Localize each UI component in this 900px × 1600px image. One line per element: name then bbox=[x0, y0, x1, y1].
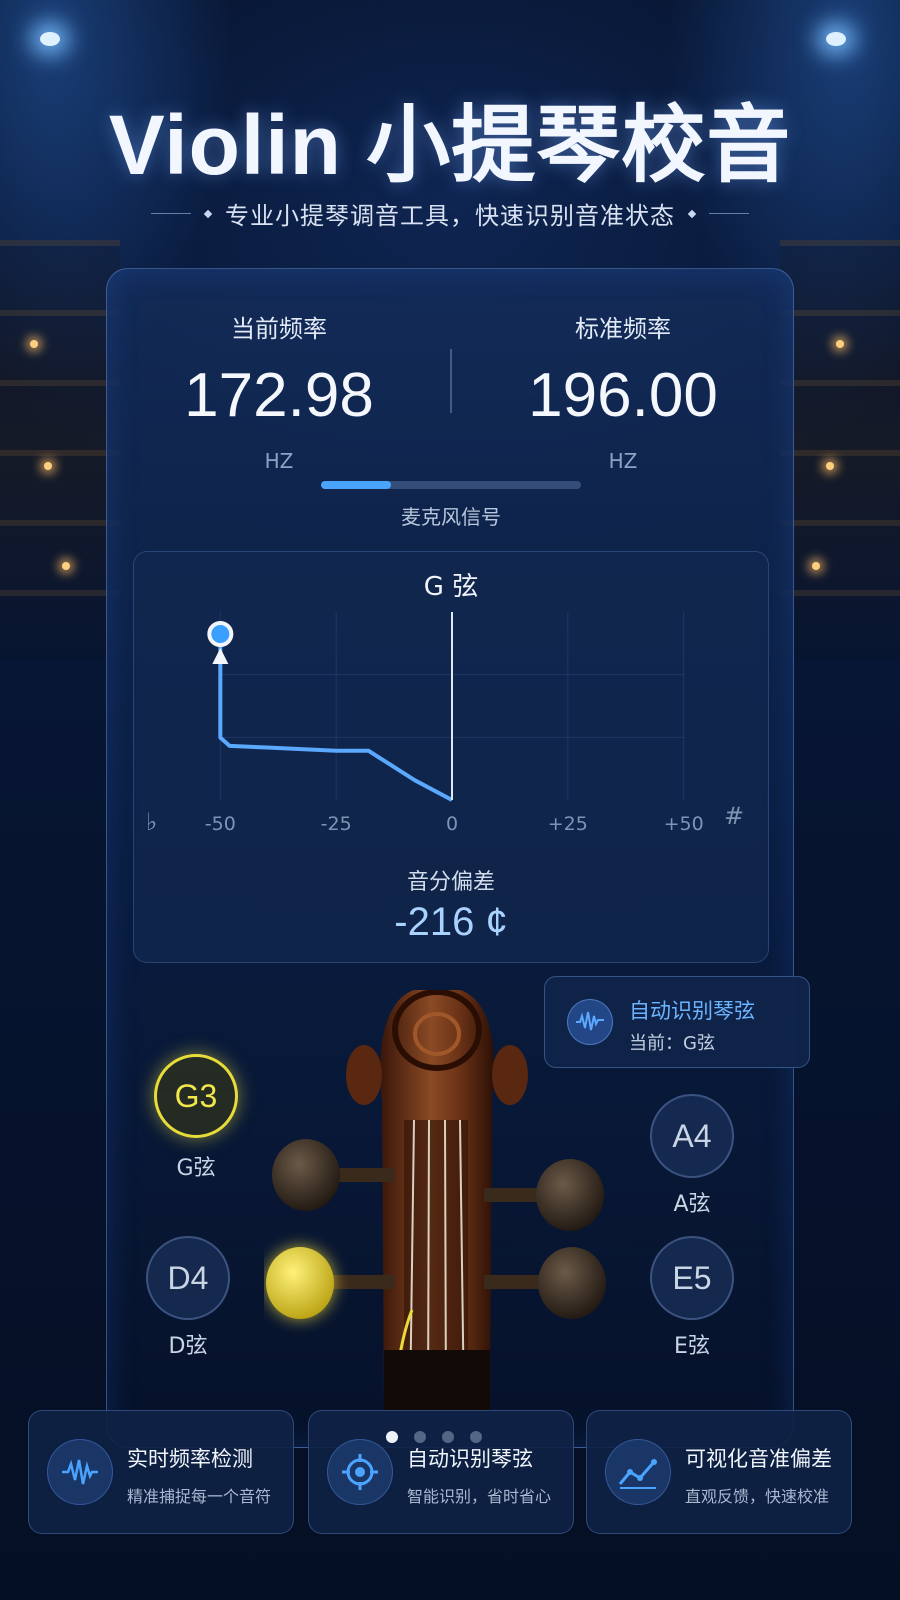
standard-frequency-value: 196.00 bbox=[528, 361, 718, 430]
pitch-current-point bbox=[207, 621, 234, 647]
app-subtitle: 专业小提琴调音工具，快速识别音准状态 bbox=[225, 202, 675, 230]
string-label-a: A弦 bbox=[673, 1192, 711, 1217]
target-icon bbox=[327, 1439, 393, 1505]
violin-scroll-image bbox=[266, 990, 606, 1410]
pager-dot[interactable] bbox=[442, 1431, 454, 1443]
waveform-icon bbox=[47, 1439, 113, 1505]
cent-deviation-label: 音分偏差 bbox=[406, 870, 495, 895]
current-frequency-unit: HZ bbox=[264, 449, 294, 473]
theater-background-right bbox=[780, 240, 900, 660]
pitch-trace-arrow bbox=[212, 648, 229, 664]
microphone-signal-label: 麦克风信号 bbox=[401, 505, 501, 529]
string-button-g3[interactable]: G3 bbox=[154, 1054, 238, 1138]
flat-symbol: ♭ bbox=[146, 808, 157, 836]
balcony-lamp bbox=[826, 462, 834, 470]
pager-dot[interactable] bbox=[386, 1431, 398, 1443]
feature-title: 自动识别琴弦 bbox=[407, 1447, 533, 1471]
string-button-d4[interactable]: D4 bbox=[146, 1236, 230, 1320]
theater-background-left bbox=[0, 240, 120, 660]
feature-desc: 精准捕捉每一个音符 bbox=[127, 1487, 272, 1506]
meter-string-title: G 弦 bbox=[423, 572, 479, 602]
spotlight-left bbox=[40, 32, 60, 46]
subtitle-diamond-right bbox=[687, 209, 697, 218]
balcony-lamp bbox=[62, 562, 70, 570]
pitch-meter: -50 -25 0 +25 +50 ♭ # G 弦 音分偏差 -216 ¢ bbox=[133, 551, 769, 963]
cent-deviation-value: -216 ¢ bbox=[394, 900, 508, 944]
string-label-d: D弦 bbox=[168, 1334, 208, 1359]
tick-label: -50 bbox=[205, 813, 236, 835]
subtitle-diamond-left bbox=[203, 209, 213, 218]
subtitle-row: 专业小提琴调音工具，快速识别音准状态 bbox=[0, 196, 900, 231]
current-frequency-value: 172.98 bbox=[184, 361, 374, 430]
balcony-lamp bbox=[836, 340, 844, 348]
microphone-signal-fill bbox=[321, 481, 392, 489]
microphone-signal-bar bbox=[321, 481, 581, 489]
string-button-e5[interactable]: E5 bbox=[650, 1236, 734, 1320]
app-title: Violin 小提琴校音 bbox=[108, 98, 792, 192]
feature-desc: 直观反馈，快速校准 bbox=[685, 1487, 830, 1506]
feature-title: 实时频率检测 bbox=[127, 1447, 253, 1471]
spotlight-right bbox=[826, 32, 846, 46]
standard-frequency: 标准频率 196.00 HZ bbox=[451, 309, 795, 473]
feature-title: 可视化音准偏差 bbox=[685, 1447, 832, 1471]
balcony-lamp bbox=[30, 340, 38, 348]
tick-label: -25 bbox=[321, 813, 352, 835]
subtitle-divider-right bbox=[709, 213, 749, 214]
current-frequency-label: 当前频率 bbox=[231, 315, 327, 343]
standard-frequency-unit: HZ bbox=[608, 449, 638, 473]
string-button-a4[interactable]: A4 bbox=[650, 1094, 734, 1178]
trend-chart-icon bbox=[605, 1439, 671, 1505]
tick-label: 0 bbox=[446, 813, 458, 835]
sharp-symbol: # bbox=[724, 802, 744, 830]
tick-label: +50 bbox=[664, 813, 704, 835]
feature-desc: 智能识别，省时省心 bbox=[407, 1487, 552, 1506]
tick-label: +25 bbox=[548, 813, 588, 835]
current-frequency: 当前频率 172.98 HZ bbox=[107, 309, 451, 473]
string-label-g: G弦 bbox=[176, 1156, 216, 1181]
standard-frequency-label: 标准频率 bbox=[575, 315, 671, 343]
feature-card-realtime[interactable]: 实时频率检测 精准捕捉每一个音符 bbox=[28, 1410, 294, 1534]
auto-detect-current: 当前：G弦 bbox=[629, 1033, 715, 1054]
balcony-lamp bbox=[44, 462, 52, 470]
balcony-lamp bbox=[812, 562, 820, 570]
feature-cards: 实时频率检测 精准捕捉每一个音符 自动识别琴弦 智能识别，省时省心 可视化音准偏… bbox=[0, 1410, 900, 1534]
auto-detect-title: 自动识别琴弦 bbox=[629, 999, 755, 1023]
feature-card-auto-detect[interactable]: 自动识别琴弦 智能识别，省时省心 bbox=[308, 1410, 574, 1534]
pager-dot[interactable] bbox=[414, 1431, 426, 1443]
page-indicator[interactable] bbox=[386, 1431, 482, 1443]
subtitle-divider-left bbox=[151, 213, 191, 214]
string-label-e: E弦 bbox=[674, 1334, 710, 1359]
feature-card-visual-deviation[interactable]: 可视化音准偏差 直观反馈，快速校准 bbox=[586, 1410, 852, 1534]
pager-dot[interactable] bbox=[470, 1431, 482, 1443]
